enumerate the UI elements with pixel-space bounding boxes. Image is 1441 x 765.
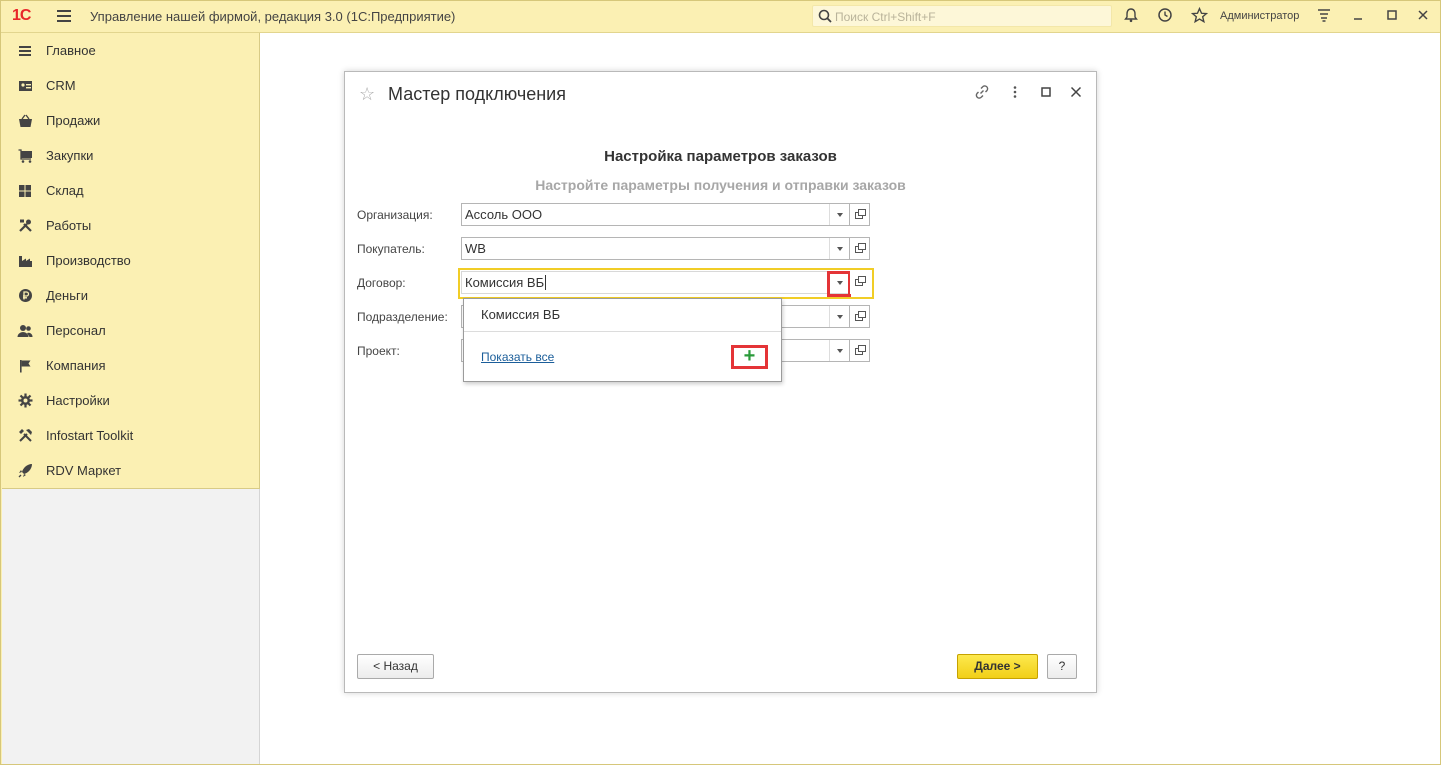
settings-lines-icon[interactable] bbox=[1314, 7, 1334, 27]
sidebar-item[interactable]: Производство bbox=[2, 243, 259, 278]
buyer-value: WB bbox=[465, 241, 486, 256]
contract-dropdown-highlight bbox=[827, 271, 851, 297]
organization-field[interactable]: Ассоль ООО bbox=[461, 203, 850, 226]
project-dropdown-icon[interactable] bbox=[829, 340, 849, 361]
ruble-icon bbox=[17, 288, 33, 304]
back-button[interactable]: < Назад bbox=[357, 654, 434, 679]
wrench-icon bbox=[17, 428, 33, 444]
sidebar-item[interactable]: Персонал bbox=[2, 313, 259, 348]
link-icon[interactable] bbox=[973, 84, 991, 102]
contract-open-icon[interactable] bbox=[850, 271, 870, 294]
sidebar-item[interactable]: Склад bbox=[2, 173, 259, 208]
bell-icon[interactable] bbox=[1121, 7, 1141, 27]
sidebar-empty-area bbox=[2, 489, 260, 765]
sidebar: Главное CRM Продажи Закупки Склад Работы Произ… bbox=[2, 33, 260, 489]
cart-icon bbox=[17, 148, 33, 164]
buyer-label: Покупатель: bbox=[357, 242, 425, 256]
search-input[interactable]: Поиск Ctrl+Shift+F bbox=[812, 5, 1112, 27]
factory-icon bbox=[17, 253, 33, 269]
tools-icon bbox=[17, 218, 33, 234]
people-icon bbox=[17, 323, 33, 339]
sidebar-item-label: CRM bbox=[46, 78, 76, 93]
organization-open-icon[interactable] bbox=[850, 203, 870, 226]
title-bar: 1С Управление нашей фирмой, редакция 3.0… bbox=[0, 0, 1441, 33]
department-dropdown-icon[interactable] bbox=[829, 306, 849, 327]
history-icon[interactable] bbox=[1155, 7, 1175, 27]
help-button[interactable]: ? bbox=[1047, 654, 1077, 679]
more-actions-icon[interactable] bbox=[1006, 84, 1024, 102]
sidebar-item-label: Деньги bbox=[46, 288, 88, 303]
search-icon bbox=[818, 9, 832, 23]
app-logo: 1С bbox=[12, 7, 31, 24]
flag-icon bbox=[17, 358, 33, 374]
main-menu-icon[interactable] bbox=[57, 10, 71, 22]
sidebar-item[interactable]: Закупки bbox=[2, 138, 259, 173]
contract-value: Комиссия ВБ bbox=[465, 275, 545, 290]
contract-field[interactable]: Комиссия ВБ bbox=[461, 271, 850, 294]
sidebar-item[interactable]: Компания bbox=[2, 348, 259, 383]
gear-icon bbox=[17, 393, 33, 409]
sidebar-item[interactable]: Продажи bbox=[2, 103, 259, 138]
maximize-icon[interactable] bbox=[1382, 7, 1402, 27]
user-name[interactable]: Администратор bbox=[1220, 10, 1299, 22]
add-new-plus-icon[interactable]: + bbox=[731, 345, 768, 369]
sidebar-item[interactable]: Работы bbox=[2, 208, 259, 243]
buyer-dropdown-icon[interactable] bbox=[829, 238, 849, 259]
sidebar-item[interactable]: Главное bbox=[2, 33, 259, 68]
sidebar-item-label: Персонал bbox=[46, 323, 106, 338]
sidebar-item-label: Продажи bbox=[46, 113, 101, 128]
sidebar-item-label: Настройки bbox=[46, 393, 110, 408]
sidebar-item[interactable]: Деньги bbox=[2, 278, 259, 313]
show-all-link[interactable]: Показать все bbox=[481, 350, 554, 364]
search-placeholder: Поиск Ctrl+Shift+F bbox=[835, 10, 936, 24]
contract-label: Договор: bbox=[357, 276, 406, 290]
dialog-maximize-icon[interactable] bbox=[1037, 84, 1055, 102]
project-open-icon[interactable] bbox=[850, 339, 870, 362]
dialog-close-icon[interactable] bbox=[1067, 84, 1085, 102]
close-icon[interactable] bbox=[1413, 7, 1433, 27]
sidebar-item[interactable]: RDV Маркет bbox=[2, 453, 259, 488]
dialog-title: Мастер подключения bbox=[388, 84, 566, 104]
connection-wizard-dialog: ☆ Мастер подключения Настройка параметро… bbox=[344, 71, 1097, 693]
sidebar-item-label: Infostart Toolkit bbox=[46, 428, 134, 443]
sidebar-item-label: RDV Маркет bbox=[46, 463, 122, 478]
form-heading: Настройка параметров заказов bbox=[604, 148, 837, 165]
organization-label: Организация: bbox=[357, 208, 433, 222]
project-label: Проект: bbox=[357, 344, 400, 358]
department-open-icon[interactable] bbox=[850, 305, 870, 328]
form-subheading: Настройте параметры получения и отправки… bbox=[535, 177, 906, 193]
sidebar-item-label: Производство bbox=[46, 253, 131, 268]
basket-icon bbox=[17, 113, 33, 129]
rocket-icon bbox=[17, 463, 33, 479]
sidebar-item-label: Склад bbox=[46, 183, 84, 198]
sidebar-item-label: Работы bbox=[46, 218, 92, 233]
dropdown-item[interactable]: Комиссия ВБ bbox=[481, 307, 560, 322]
contract-dropdown-list: Комиссия ВБ Показать все + bbox=[463, 298, 782, 382]
department-label: Подразделение: bbox=[357, 310, 448, 324]
star-icon[interactable] bbox=[1189, 6, 1209, 27]
next-button[interactable]: Далее > bbox=[957, 654, 1038, 679]
menu-lines-icon bbox=[17, 43, 33, 59]
sidebar-item-label: Закупки bbox=[46, 148, 94, 163]
warehouse-icon bbox=[17, 183, 33, 199]
minimize-icon[interactable] bbox=[1348, 7, 1368, 27]
contacts-icon bbox=[17, 78, 33, 94]
sidebar-item[interactable]: Infostart Toolkit bbox=[2, 418, 259, 453]
app-title: Управление нашей фирмой, редакция 3.0 (1… bbox=[90, 9, 456, 24]
buyer-open-icon[interactable] bbox=[850, 237, 870, 260]
dropdown-divider bbox=[464, 331, 781, 332]
sidebar-item[interactable]: CRM bbox=[2, 68, 259, 103]
sidebar-item[interactable]: Настройки bbox=[2, 383, 259, 418]
buyer-field[interactable]: WB bbox=[461, 237, 850, 260]
favorite-star-icon[interactable]: ☆ bbox=[359, 84, 375, 105]
sidebar-item-label: Главное bbox=[46, 43, 96, 58]
organization-value: Ассоль ООО bbox=[465, 207, 543, 222]
organization-dropdown-icon[interactable] bbox=[829, 204, 849, 225]
sidebar-item-label: Компания bbox=[46, 358, 106, 373]
